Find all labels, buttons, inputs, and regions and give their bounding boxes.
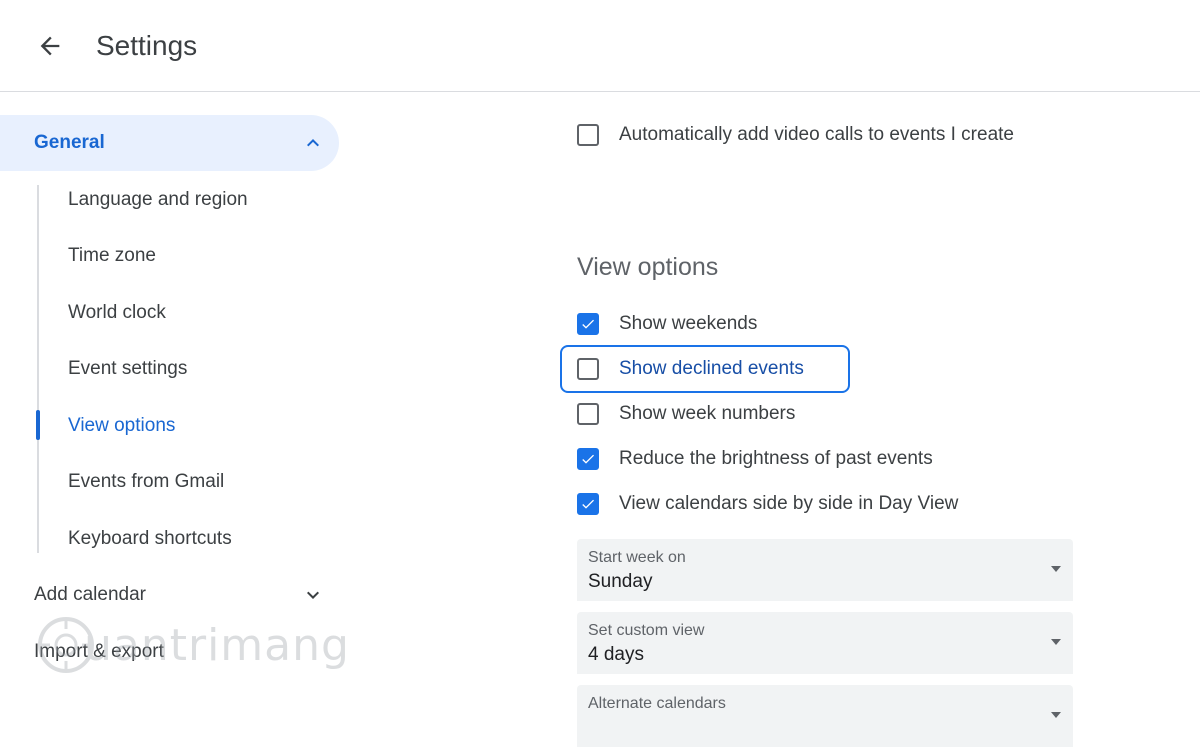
section-title-view-options: View options (577, 253, 719, 281)
select-label: Alternate calendars (588, 695, 726, 712)
custom-view-select[interactable]: Set custom view 4 days (577, 612, 1073, 674)
checkbox-checked[interactable] (577, 493, 599, 515)
option-side-by-side-day-view[interactable]: View calendars side by side in Day View (560, 486, 958, 522)
sidebar-item-general[interactable]: General (0, 115, 339, 171)
active-indicator (36, 410, 40, 440)
settings-main: Automatically add video calls to events … (360, 93, 1200, 747)
option-show-declined-events[interactable]: Show declined events (560, 345, 850, 393)
sidebar-item-view-options[interactable]: View options (68, 414, 175, 438)
sidebar-item-keyboard-shortcuts[interactable]: Keyboard shortcuts (68, 527, 232, 551)
sidebar-item-language-region[interactable]: Language and region (68, 188, 248, 212)
dropdown-arrow-icon (1051, 639, 1061, 645)
header: Settings (0, 0, 1200, 92)
sidebar-item-import-export[interactable]: Import & export (34, 640, 164, 664)
page-title: Settings (96, 30, 198, 61)
checkbox-label: Reduce the brightness of past events (619, 448, 933, 469)
dropdown-arrow-icon (1051, 566, 1061, 572)
checkbox-checked[interactable] (577, 313, 599, 335)
option-show-weekends[interactable]: Show weekends (560, 306, 757, 342)
check-icon (582, 454, 594, 464)
checkbox-label: Show weekends (619, 313, 758, 334)
option-show-week-numbers[interactable]: Show week numbers (560, 396, 795, 432)
checkbox[interactable] (577, 403, 599, 425)
subnav-line (37, 185, 39, 553)
check-icon (582, 319, 594, 329)
option-reduce-brightness[interactable]: Reduce the brightness of past events (560, 441, 933, 477)
back-button[interactable] (28, 26, 72, 66)
sidebar-item-add-calendar[interactable]: Add calendar (34, 583, 146, 607)
checkbox-label: Show declined events (619, 358, 804, 379)
sidebar-item-general-label: General (34, 132, 105, 153)
sidebar-item-events-from-gmail[interactable]: Events from Gmail (68, 470, 224, 494)
checkbox-checked[interactable] (577, 448, 599, 470)
settings-sidebar: General Language and region Time zone Wo… (0, 93, 360, 720)
sidebar-item-world-clock[interactable]: World clock (68, 301, 166, 325)
start-week-select[interactable]: Start week on Sunday (577, 539, 1073, 601)
checkbox-label: Automatically add video calls to events … (619, 124, 1014, 145)
chevron-down-icon[interactable] (301, 583, 325, 607)
arrow-back-icon (40, 36, 60, 56)
checkbox-label: Show week numbers (619, 403, 796, 424)
chevron-up-icon (307, 139, 319, 147)
checkbox[interactable] (577, 358, 599, 380)
checkbox[interactable] (577, 124, 599, 146)
select-value: 4 days (588, 644, 644, 665)
auto-video-calls-option[interactable]: Automatically add video calls to events … (560, 117, 1014, 153)
select-label: Start week on (588, 549, 686, 566)
check-icon (582, 499, 594, 509)
dropdown-arrow-icon (1051, 712, 1061, 718)
alternate-calendars-select[interactable]: Alternate calendars (577, 685, 1073, 747)
sidebar-item-event-settings[interactable]: Event settings (68, 357, 187, 381)
select-label: Set custom view (588, 622, 705, 639)
select-value: Sunday (588, 571, 653, 592)
checkbox-label: View calendars side by side in Day View (619, 493, 959, 514)
sidebar-item-time-zone[interactable]: Time zone (68, 244, 156, 268)
